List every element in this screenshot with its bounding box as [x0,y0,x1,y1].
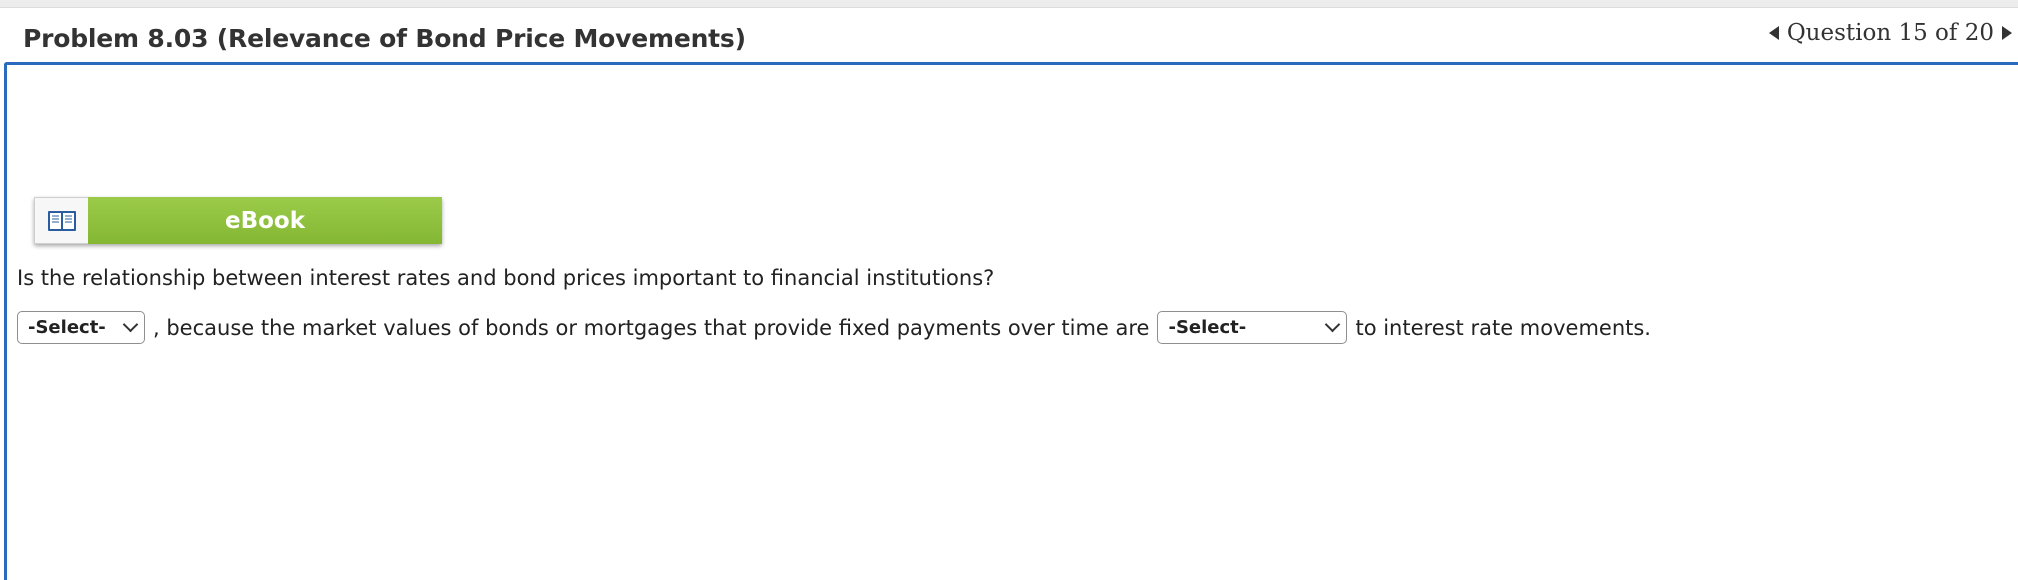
chevron-down-icon [1325,316,1341,333]
select-2-value: -Select- [1168,317,1247,338]
answer-text-end: to interest rate movements. [1355,315,1651,340]
question-counter: Question 15 of 20 [1786,20,1994,46]
ebook-label: eBook [88,197,442,244]
browser-top-strip [0,0,2018,8]
ebook-icon-box [34,197,88,244]
next-question-icon[interactable] [2002,26,2012,40]
ebook-button[interactable]: eBook [34,197,442,244]
answer-sentence: -Select- , because the market values of … [17,311,1651,344]
answer-select-2[interactable]: -Select- [1157,311,1348,344]
question-text: Is the relationship between interest rat… [17,266,995,290]
chevron-down-icon [122,316,139,333]
previous-question-icon[interactable] [1768,26,1779,40]
problem-title: Problem 8.03 (Relevance of Bond Price Mo… [23,24,746,53]
answer-select-1[interactable]: -Select- [17,311,145,344]
answer-text-middle: , because the market values of bonds or … [153,315,1150,340]
problem-header: Problem 8.03 (Relevance of Bond Price Mo… [0,8,2018,64]
question-navigation: Question 15 of 20 [1768,20,2012,46]
select-1-value: -Select- [28,317,106,338]
book-icon [47,210,76,231]
